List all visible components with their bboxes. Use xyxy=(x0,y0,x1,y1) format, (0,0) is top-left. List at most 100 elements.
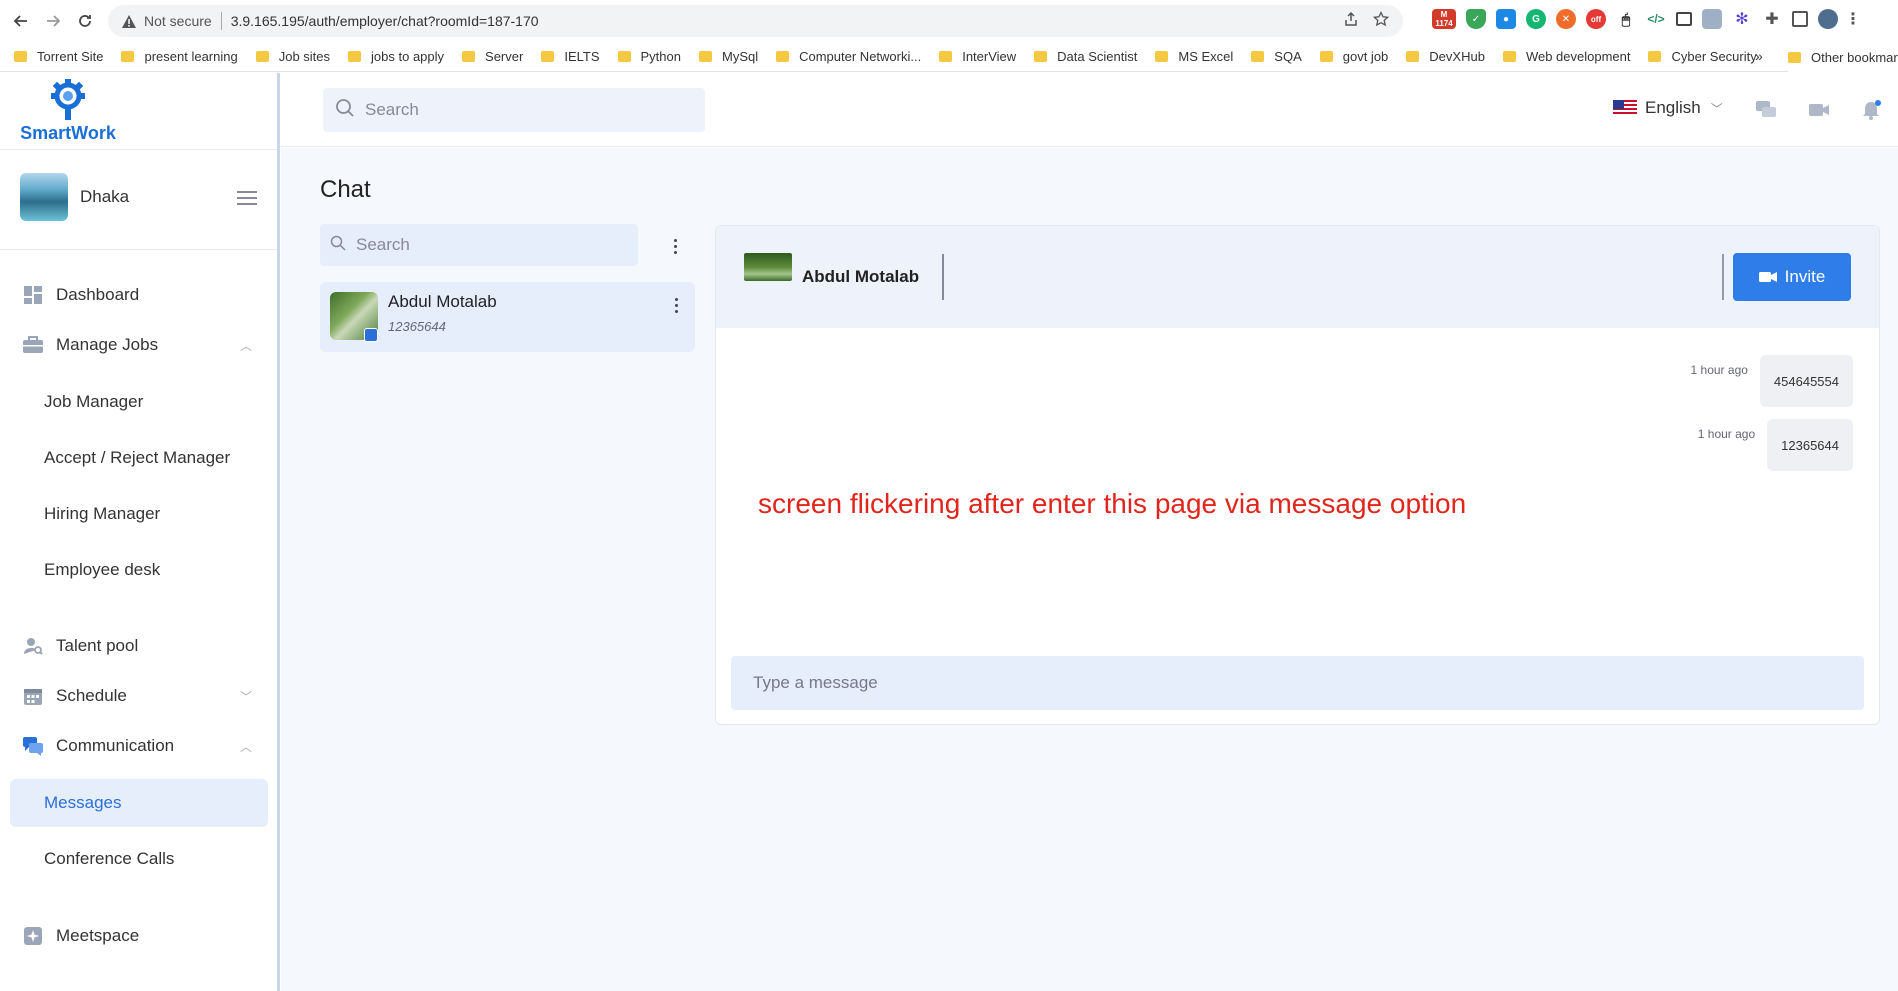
chevron-down-icon: ﹀ xyxy=(1710,101,1723,116)
share-icon[interactable] xyxy=(1343,11,1359,32)
browser-toolbar: Not secure 3.9.165.195/auth/employer/cha… xyxy=(0,0,1898,42)
shield-extension-icon[interactable]: ✓ xyxy=(1466,9,1486,29)
bookmark-item[interactable]: IELTS xyxy=(541,49,600,64)
language-selector[interactable]: English ﹀ xyxy=(1613,98,1723,118)
bookmark-item[interactable]: Cyber Security xyxy=(1648,49,1757,64)
forward-arrow-icon[interactable] xyxy=(40,8,66,34)
brand-name: SmartWork xyxy=(20,123,116,143)
sidebar-item-label: Meetspace xyxy=(56,926,140,945)
bookmark-item[interactable]: govt job xyxy=(1319,49,1388,64)
message-bubble: 12365644 xyxy=(1767,419,1853,471)
folder-icon xyxy=(1251,51,1265,62)
folder-icon xyxy=(776,51,790,62)
sidebar-item-dashboard[interactable]: Dashboard xyxy=(10,272,268,318)
folder-icon xyxy=(1406,51,1420,62)
folder-icon xyxy=(1648,51,1662,62)
bookmark-item[interactable]: Computer Networki... xyxy=(776,49,921,64)
message-input[interactable]: Type a message xyxy=(731,656,1864,710)
mouse-extension-icon[interactable]: 🖱 xyxy=(1616,9,1636,29)
sidebar-item-schedule[interactable]: Schedule ﹀ xyxy=(10,673,268,719)
off-extension-icon[interactable]: off xyxy=(1586,9,1606,29)
sidepanel-icon[interactable] xyxy=(1792,11,1808,27)
sidebar-item-talent-pool[interactable]: Talent pool xyxy=(10,623,268,669)
video-camera-icon xyxy=(1758,271,1777,283)
chat-search-input[interactable]: Search xyxy=(320,224,638,266)
puzzle-icon[interactable]: ✚ xyxy=(1762,9,1782,29)
folder-icon xyxy=(1788,51,1801,63)
bookmark-item[interactable]: Python xyxy=(617,49,681,64)
chat-panel: Abdul Motalab Invite 1 hour ago 45464555… xyxy=(715,225,1880,725)
chat-icon[interactable] xyxy=(1754,99,1778,121)
sidebar-item-job-manager[interactable]: Job Manager xyxy=(10,378,268,426)
room-contact-name: Abdul Motalab xyxy=(388,292,497,311)
folder-icon xyxy=(617,51,631,62)
sidebar-divider xyxy=(0,149,277,150)
bookmark-item[interactable]: MS Excel xyxy=(1155,49,1233,64)
bookmark-item[interactable]: present learning xyxy=(121,49,238,64)
page-title: Chat xyxy=(320,176,371,203)
other-bookmarks[interactable]: Other bookmarks xyxy=(1788,42,1898,72)
bookmark-item[interactable]: Web development xyxy=(1502,49,1630,64)
message-time: 1 hour ago xyxy=(1697,427,1756,441)
code-extension-icon[interactable]: </> xyxy=(1646,9,1666,29)
chrome-menu-icon[interactable]: ⋮ xyxy=(1845,9,1861,29)
chat-room-item[interactable]: Abdul Motalab 12365644 xyxy=(320,282,695,352)
folder-icon xyxy=(698,51,712,62)
notification-bell-icon[interactable] xyxy=(1859,99,1883,121)
user-search-icon xyxy=(22,635,44,657)
folder-icon xyxy=(462,51,476,62)
sidebar-item-communication[interactable]: Communication ︿ xyxy=(10,723,268,769)
mail-extension-icon[interactable]: M 1174 xyxy=(1432,9,1456,29)
bookmark-item[interactable]: Data Scientist xyxy=(1034,49,1137,64)
drop-extension-icon[interactable]: ● xyxy=(1496,9,1516,29)
sidebar-profile[interactable]: Dhaka xyxy=(20,173,129,221)
sidebar-item-employee-desk[interactable]: Employee desk xyxy=(10,546,268,594)
bookmark-item[interactable]: Server xyxy=(462,49,523,64)
room-list-menu-icon[interactable] xyxy=(667,236,683,256)
message-row: 1 hour ago 454645554 xyxy=(1691,355,1853,407)
profile-avatar-icon[interactable] xyxy=(1818,9,1838,29)
chat-header: Abdul Motalab Invite xyxy=(716,226,1879,328)
sidebar-item-label: Schedule xyxy=(56,686,127,705)
close-circle-extension-icon[interactable]: ✕ xyxy=(1556,9,1576,29)
extensions-strip: M 1174 ✓ ● G ✕ off 🖱 </> ✻ ✚ ⋮ xyxy=(1432,9,1861,29)
sidebar-item-manage-jobs[interactable]: Manage Jobs ︿ xyxy=(10,322,268,368)
sidebar-item-messages[interactable]: Messages xyxy=(10,779,268,827)
grammarly-icon[interactable]: G xyxy=(1526,9,1546,29)
hamburger-menu-icon[interactable] xyxy=(237,191,257,205)
back-arrow-icon[interactable] xyxy=(8,8,34,34)
bookmarks-overflow-button[interactable]: » xyxy=(1755,48,1763,64)
sidebar-item-conference-calls[interactable]: Conference Calls xyxy=(10,835,268,883)
bookmark-star-icon[interactable] xyxy=(1372,10,1390,32)
sidebar-item-meetspace[interactable]: Meetspace xyxy=(10,913,268,959)
bookmark-item[interactable]: MySql xyxy=(698,49,758,64)
search-icon xyxy=(330,235,346,256)
sidebar-item-accept-reject-manager[interactable]: Accept / Reject Manager xyxy=(10,434,268,482)
gear-extension-icon[interactable]: ✻ xyxy=(1732,9,1752,29)
profile-name: Dhaka xyxy=(80,187,130,206)
bookmark-item[interactable]: SQA xyxy=(1251,49,1302,64)
language-label: English xyxy=(1645,98,1701,117)
bookmark-item[interactable]: DevXHub xyxy=(1406,49,1485,64)
search-placeholder: Search xyxy=(365,100,419,119)
address-bar[interactable]: Not secure 3.9.165.195/auth/employer/cha… xyxy=(108,5,1403,37)
image-extension-icon[interactable] xyxy=(1702,9,1722,29)
header-divider xyxy=(942,254,944,300)
bookmark-item[interactable]: jobs to apply xyxy=(348,49,444,64)
sidebar-item-label: Dashboard xyxy=(56,285,140,304)
avatar xyxy=(20,173,68,221)
invite-button[interactable]: Invite xyxy=(1733,253,1851,301)
url-text: 3.9.165.195/auth/employer/chat?roomId=18… xyxy=(230,13,539,29)
main-content: Chat Search Abdul Motalab 12365644 Abdul… xyxy=(281,148,1898,991)
room-options-icon[interactable] xyxy=(668,295,684,315)
bookmark-item[interactable]: InterView xyxy=(939,49,1016,64)
video-camera-icon[interactable] xyxy=(1807,99,1831,121)
brand-logo[interactable]: SmartWork xyxy=(18,79,118,151)
bookmark-item[interactable]: Torrent Site xyxy=(14,49,103,64)
global-search-input[interactable]: Search xyxy=(323,88,705,132)
reload-icon[interactable] xyxy=(72,8,98,34)
bookmark-item[interactable]: Job sites xyxy=(255,49,330,64)
security-label: Not secure xyxy=(144,13,212,29)
screenshot-extension-icon[interactable] xyxy=(1676,12,1692,26)
sidebar-item-hiring-manager[interactable]: Hiring Manager xyxy=(10,490,268,538)
